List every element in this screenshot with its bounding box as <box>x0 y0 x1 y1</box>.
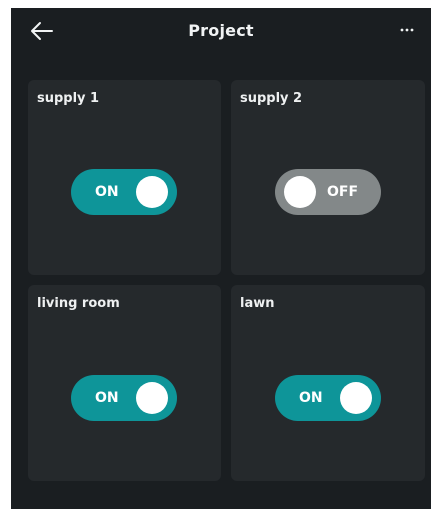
card-label: lawn <box>240 296 275 311</box>
toggle-state-text: ON <box>95 184 119 200</box>
toggle-state-text: ON <box>299 390 323 406</box>
toggle-knob <box>136 382 168 414</box>
toggle-switch-supply-2[interactable]: OFF <box>275 169 381 215</box>
toggle-switch-lawn[interactable]: ON <box>275 375 381 421</box>
toggle-state-text: ON <box>95 390 119 406</box>
toggle-switch-supply-1[interactable]: ON <box>71 169 177 215</box>
top-bar: Project <box>11 8 431 54</box>
device-card-lawn: lawn ON <box>231 285 425 481</box>
toggle-switch-living-room[interactable]: ON <box>71 375 177 421</box>
card-label: supply 1 <box>37 91 100 106</box>
more-options-button[interactable] <box>395 18 419 42</box>
page-title: Project <box>188 21 254 40</box>
toggle-knob <box>340 382 372 414</box>
toggle-state-text: OFF <box>327 184 359 200</box>
toggle-knob <box>284 176 316 208</box>
card-label: supply 2 <box>240 91 303 106</box>
device-card-living-room: living room ON <box>28 285 221 481</box>
card-label: living room <box>37 296 120 311</box>
app-screen: Project supply 1 ON supply 2 OFF living … <box>11 8 431 509</box>
device-card-supply-2: supply 2 OFF <box>231 80 425 275</box>
more-horizontal-icon <box>400 28 414 32</box>
toggle-knob <box>136 176 168 208</box>
device-card-supply-1: supply 1 ON <box>28 80 221 275</box>
